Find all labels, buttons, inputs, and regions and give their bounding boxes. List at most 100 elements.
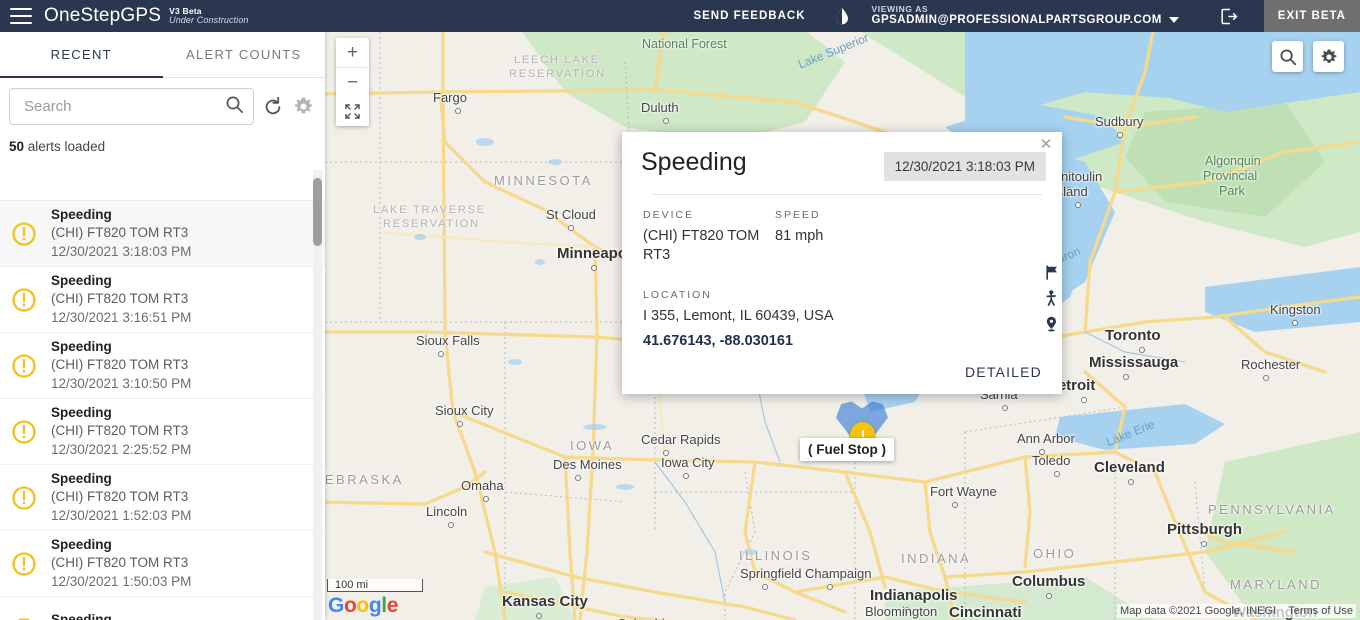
- map-city-dot: [1081, 397, 1087, 403]
- warning-icon: [9, 551, 39, 577]
- popup-header: Speeding 12/30/2021 3:18:03 PM: [622, 132, 1062, 181]
- terms-of-use-link[interactable]: Terms of Use: [1288, 605, 1353, 617]
- alert-device: (CHI) FT820 TOM RT3: [51, 423, 189, 439]
- alert-list-scrollbar-thumb[interactable]: [313, 178, 322, 246]
- map-attribution: Map data ©2021 Google, INEGI Terms of Us…: [1117, 604, 1356, 618]
- alert-timestamp: 12/30/2021 1:50:03 PM: [51, 573, 192, 589]
- alert-list-item[interactable]: Speeding (CHI) FT820 TOM RT3 12/30/2021 1:…: [0, 465, 325, 531]
- alert-timestamp: 12/30/2021 3:16:51 PM: [51, 309, 192, 325]
- warning-icon: [9, 353, 39, 379]
- detailed-button[interactable]: DETAILED: [965, 364, 1042, 380]
- map-zoom-controls: + −: [336, 38, 369, 126]
- left-sidebar: RECENT ALERT COUNTS Search 50 alerts loa…: [0, 32, 325, 620]
- viewing-as-label: VIEWING AS: [871, 4, 929, 14]
- map-search-button[interactable]: [1272, 41, 1303, 72]
- alert-type: Speeding: [51, 405, 112, 421]
- alert-type: Speeding: [51, 612, 112, 620]
- speed-value: 81 mph: [775, 228, 824, 244]
- alerts-loaded-status: 50 alerts loaded: [0, 133, 325, 167]
- search-box[interactable]: [9, 88, 254, 125]
- alert-device: (CHI) FT820 TOM RT3: [51, 357, 189, 373]
- flag-icon[interactable]: [1044, 265, 1059, 280]
- speed-field: SPEED 81 mph: [775, 209, 915, 265]
- map-city-dot: [1123, 374, 1129, 380]
- under-construction-text: Under Construction: [169, 14, 249, 25]
- alert-list-item[interactable]: Speeding (CHI) FT820 TOM RT3 12/30/2021 3:…: [0, 333, 325, 399]
- device-label: DEVICE: [643, 209, 695, 221]
- alert-item-text: Speeding (CHI) FT820 TOM RT3 12/30/2021 3:…: [51, 206, 191, 261]
- alert-device: (CHI) FT820 TOM RT3: [51, 555, 189, 571]
- map-city-dot: [1139, 347, 1145, 353]
- logout-icon[interactable]: [1221, 8, 1238, 25]
- map-pin-icon[interactable]: [1044, 316, 1059, 332]
- map-city-dot: [683, 473, 689, 479]
- map-city-dot: [952, 502, 958, 508]
- map-city-dot: [455, 108, 461, 114]
- alert-device: (CHI) FT820 TOM RT3: [51, 225, 189, 241]
- viewing-as-user-text: GPSADMIN@PROFESSIONALPARTSGROUP.COM: [871, 14, 1162, 27]
- popup-timestamp-badge: 12/30/2021 3:18:03 PM: [883, 152, 1046, 181]
- send-feedback-button[interactable]: SEND FEEDBACK: [693, 10, 805, 22]
- alerts-loaded-count: 50: [9, 139, 25, 154]
- map-city-dot: [1292, 320, 1298, 326]
- gear-icon[interactable]: [292, 92, 316, 122]
- sidebar-tabs: RECENT ALERT COUNTS: [0, 32, 325, 78]
- pegman-icon[interactable]: [1044, 290, 1059, 306]
- refresh-icon[interactable]: [261, 92, 285, 122]
- search-icon[interactable]: [225, 95, 244, 119]
- tab-recent[interactable]: RECENT: [0, 32, 163, 78]
- warning-icon: [9, 287, 39, 313]
- alert-timestamp: 12/30/2021 1:52:03 PM: [51, 507, 192, 523]
- map-city-dot: [1002, 405, 1008, 411]
- map-data-credit: Map data ©2021 Google, INEGI: [1120, 605, 1277, 617]
- map-city-dot: [1046, 593, 1052, 599]
- brand-logo: OneStepGPS: [44, 5, 162, 26]
- zoom-in-button[interactable]: +: [336, 38, 369, 67]
- alert-list-item[interactable]: Speeding (CHI) FT820 TOM RT3 12/30/2021 3:…: [0, 201, 325, 267]
- close-icon[interactable]: ✕: [1038, 137, 1054, 153]
- map-city-dot: [1263, 375, 1269, 381]
- popup-title: Speeding: [641, 148, 747, 176]
- search-input[interactable]: [22, 97, 225, 116]
- fuel-stop-tooltip[interactable]: ( Fuel Stop ): [800, 438, 894, 461]
- tab-alert-counts[interactable]: ALERT COUNTS: [163, 32, 326, 77]
- alert-type: Speeding: [51, 207, 112, 223]
- google-logo: Google: [328, 594, 398, 617]
- alert-type: Speeding: [51, 537, 112, 553]
- viewing-as-selector[interactable]: VIEWING AS GPSADMIN@PROFESSIONALPARTSGRO…: [871, 4, 1179, 27]
- map-city-dot: [1128, 479, 1134, 485]
- alert-list-item[interactable]: Speeding (CHI) FT820 TOM RT3 12/30/2021 1:…: [0, 531, 325, 597]
- warning-icon: [9, 419, 39, 445]
- alert-timestamp: 12/30/2021 3:18:03 PM: [51, 243, 192, 259]
- alert-list[interactable]: Speeding (CHI) FT820 TOM RT3 12/30/2021 3:…: [0, 200, 325, 620]
- popup-fields-row: DEVICE (CHI) FT820 TOM RT3 SPEED 81 mph: [643, 209, 1043, 265]
- alert-type: Speeding: [51, 339, 112, 355]
- alert-list-item[interactable]: Speeding (CHI) FT820 TOM RT3 12/30/2021 3:…: [0, 267, 325, 333]
- popup-action-icons: [1044, 265, 1059, 332]
- map-city-dot: [1075, 202, 1081, 208]
- zoom-out-button[interactable]: −: [336, 68, 369, 97]
- viewing-as-user: GPSADMIN@PROFESSIONALPARTSGROUP.COM: [872, 14, 1179, 27]
- device-value: (CHI) FT820 TOM RT3: [643, 228, 760, 263]
- map-city-dot: [1201, 541, 1207, 547]
- fullscreen-icon[interactable]: [336, 97, 369, 126]
- map-city-dot: [1039, 449, 1045, 455]
- top-header-right-group: SEND FEEDBACK VIEWING AS GPSADMIN@PROFES…: [693, 0, 1360, 32]
- map-city-dot: [904, 607, 910, 613]
- map-settings-button[interactable]: [1313, 41, 1344, 72]
- hamburger-menu-icon[interactable]: [10, 8, 32, 24]
- alert-list-item[interactable]: Speeding(CHI) FT823 DeAnthony RT2/4: [0, 597, 325, 620]
- map-city-dot: [568, 225, 574, 231]
- alert-timestamp: 12/30/2021 3:10:50 PM: [51, 375, 192, 391]
- contrast-icon[interactable]: [834, 7, 850, 25]
- chevron-down-icon: [1168, 17, 1179, 24]
- alert-list-item[interactable]: Speeding (CHI) FT820 TOM RT3 12/30/2021 2:…: [0, 399, 325, 465]
- alert-type: Speeding: [51, 273, 112, 289]
- location-coordinates: 41.676143, -88.030161: [643, 332, 793, 349]
- map-city-dot: [1117, 132, 1123, 138]
- alert-timestamp: 12/30/2021 2:25:52 PM: [51, 441, 192, 457]
- alert-detail-popup: ✕ Speeding 12/30/2021 3:18:03 PM DEVICE …: [622, 132, 1062, 394]
- map-city-dot: [536, 613, 542, 619]
- exit-beta-button[interactable]: EXIT BETA: [1263, 0, 1360, 32]
- alert-device: (CHI) FT820 TOM RT3: [51, 291, 189, 307]
